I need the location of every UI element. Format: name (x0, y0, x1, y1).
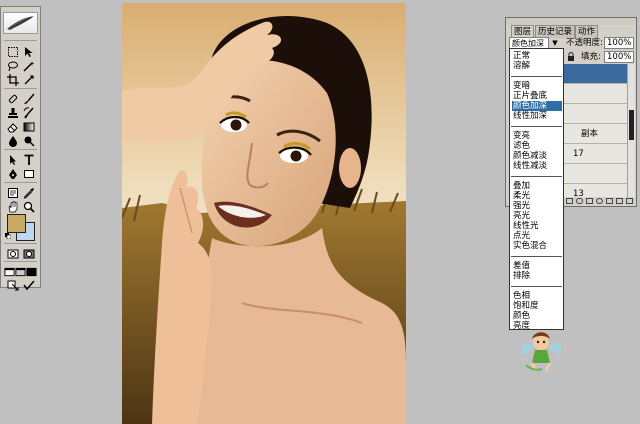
photoshop-feather-logo[interactable] (3, 12, 38, 34)
layer-style-icon[interactable] (576, 198, 583, 204)
fairy-mascot-icon (516, 325, 566, 375)
layer-row[interactable]: 13 (563, 184, 627, 197)
menu-item-multiply[interactable]: 正片叠底 (512, 91, 562, 101)
toolbox-divider (4, 149, 37, 150)
menu-item-color-dodge[interactable]: 颜色减淡 (512, 151, 562, 161)
layer-row[interactable] (563, 64, 627, 84)
menu-item-exclusion[interactable]: 排除 (512, 271, 562, 281)
full-screen-mode-icon[interactable] (26, 265, 37, 278)
toolbox (0, 6, 41, 291)
menu-separator (511, 286, 562, 287)
slice-tool-icon[interactable] (22, 73, 36, 86)
path-selection-tool-icon[interactable] (6, 153, 20, 166)
panel-title-bar[interactable] (506, 18, 636, 25)
menu-item-dissolve[interactable]: 溶解 (512, 61, 562, 71)
menu-separator (511, 176, 562, 177)
eyedropper-tool-icon[interactable] (22, 186, 36, 199)
menu-item-screen[interactable]: 滤色 (512, 141, 562, 151)
menu-item-linear-burn[interactable]: 线性加深 (512, 111, 562, 121)
layer-label: 副本 (581, 129, 599, 139)
clone-stamp-tool-icon[interactable] (6, 106, 20, 119)
fill-label: 填充: (581, 52, 601, 62)
toolbox-divider (4, 40, 37, 41)
move-tool-icon[interactable] (22, 45, 36, 58)
menu-item-difference[interactable]: 差值 (512, 261, 562, 271)
opacity-input[interactable]: 100% (604, 37, 634, 49)
new-layer-icon[interactable] (616, 198, 623, 204)
menu-item-linear-dodge[interactable]: 线性减淡 (512, 161, 562, 171)
marquee-tool-icon[interactable] (6, 45, 20, 58)
layer-label: 17 (573, 149, 584, 159)
layer-row[interactable] (563, 104, 627, 124)
menu-item-normal[interactable]: 正常 (512, 51, 562, 61)
menu-item-darken[interactable]: 变暗 (512, 81, 562, 91)
magic-wand-tool-icon[interactable] (22, 59, 36, 72)
blur-tool-icon[interactable] (6, 134, 20, 147)
full-screen-menu-mode-icon[interactable] (15, 265, 26, 278)
standard-screen-mode-icon[interactable] (4, 265, 15, 278)
gradient-tool-icon[interactable] (22, 120, 36, 133)
history-brush-tool-icon[interactable] (22, 106, 36, 119)
menu-item-linear-light[interactable]: 线性光 (512, 221, 562, 231)
lasso-tool-icon[interactable] (6, 59, 20, 72)
new-group-icon[interactable] (606, 198, 613, 204)
menu-separator (511, 256, 562, 257)
layer-row[interactable]: 17 (563, 144, 627, 164)
standard-mode-icon[interactable] (6, 247, 20, 260)
layers-panel-footer (563, 197, 635, 206)
toolbox-divider (4, 88, 37, 89)
pen-tool-icon[interactable] (6, 167, 20, 180)
shape-tool-icon[interactable] (22, 167, 36, 180)
layer-row[interactable] (563, 164, 627, 184)
layer-row[interactable] (563, 84, 627, 104)
layer-row[interactable]: 副本 (563, 124, 627, 144)
menu-item-overlay[interactable]: 叠加 (512, 181, 562, 191)
menu-item-color[interactable]: 颜色 (512, 311, 562, 321)
document-canvas[interactable] (122, 3, 406, 424)
menu-separator (511, 76, 562, 77)
lock-icon[interactable] (567, 52, 575, 61)
menu-separator (511, 126, 562, 127)
hand-tool-icon[interactable] (6, 200, 20, 213)
toolbox-divider (4, 182, 37, 183)
adjustment-layer-icon[interactable] (596, 198, 603, 204)
brush-tool-icon[interactable] (22, 92, 36, 105)
menu-item-lighten[interactable]: 变亮 (512, 131, 562, 141)
menu-item-saturation[interactable]: 饱和度 (512, 301, 562, 311)
opacity-label: 不透明度: (566, 38, 603, 48)
toolbox-divider (4, 243, 37, 244)
notes-tool-icon[interactable] (6, 186, 20, 199)
quick-mask-mode-icon[interactable] (22, 247, 36, 260)
menu-item-color-burn[interactable]: 颜色加深 (512, 101, 562, 111)
layer-list: 副本 17 13 (563, 64, 627, 197)
fill-input[interactable]: 100% (604, 51, 634, 63)
portrait-image (122, 3, 406, 424)
dodge-tool-icon[interactable] (22, 134, 36, 147)
jump-to-imageready-icon[interactable] (6, 278, 20, 291)
blend-mode-menu: 正常 溶解 变暗 正片叠底 颜色加深 线性加深 变亮 滤色 颜色减淡 线性减淡 … (509, 48, 564, 331)
link-layers-icon[interactable] (566, 198, 573, 204)
menu-item-pin-light[interactable]: 点光 (512, 231, 562, 241)
scrollbar-thumb[interactable] (629, 110, 634, 140)
menu-item-soft-light[interactable]: 柔光 (512, 191, 562, 201)
checkmark-icon[interactable] (22, 278, 36, 291)
eraser-tool-icon[interactable] (6, 120, 20, 133)
layer-label: 13 (573, 189, 584, 197)
default-colors-icon[interactable] (5, 232, 12, 240)
type-tool-icon[interactable] (22, 153, 36, 166)
menu-item-hard-mix[interactable]: 实色混合 (512, 241, 562, 251)
layers-scrollbar[interactable] (627, 64, 635, 197)
crop-tool-icon[interactable] (6, 73, 20, 86)
menu-item-hard-light[interactable]: 强光 (512, 201, 562, 211)
menu-item-vivid-light[interactable]: 亮光 (512, 211, 562, 221)
toolbox-divider (4, 261, 37, 262)
foreground-color-swatch[interactable] (7, 214, 26, 233)
zoom-tool-icon[interactable] (22, 200, 36, 213)
trash-icon[interactable] (626, 198, 633, 204)
healing-brush-tool-icon[interactable] (6, 92, 20, 105)
layer-mask-icon[interactable] (586, 198, 593, 204)
menu-item-hue[interactable]: 色相 (512, 291, 562, 301)
